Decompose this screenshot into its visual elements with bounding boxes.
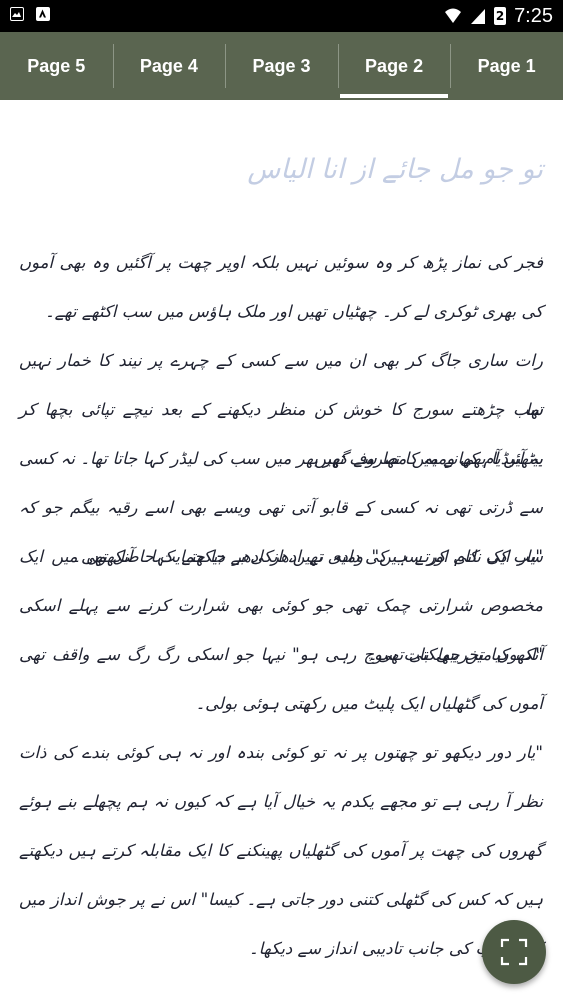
- article-title: تو جو مل جائے از انا الیاس: [247, 154, 543, 185]
- image-icon: [10, 7, 24, 21]
- status-bar: 2 7:25: [0, 0, 563, 32]
- app-notification-icon: [36, 7, 50, 21]
- tab-page-5[interactable]: Page 5: [0, 32, 113, 100]
- article-paragraph: "یار دور دیکھو تو چھتوں پر نہ تو کوئی بن…: [19, 743, 543, 958]
- signal-icon: [471, 9, 486, 24]
- tab-page-3[interactable]: Page 3: [225, 32, 338, 100]
- wifi-icon: [445, 8, 462, 23]
- article-paragraph: "اب کیا تخریبی بات سوچ رہی ہو" نیہا جو ا…: [19, 645, 543, 713]
- tab-page-2[interactable]: Page 2: [337, 32, 451, 100]
- article-paragraph: فجر کی نماز پڑھ کر وہ سوئیں نہیں بلکہ او…: [19, 253, 543, 321]
- status-left-icons: [10, 7, 50, 21]
- fullscreen-button[interactable]: [482, 920, 546, 984]
- tab-page-4[interactable]: Page 4: [112, 32, 226, 100]
- page-tab-bar: Page 5 Page 4 Page 3 Page 2 Page 1: [0, 32, 563, 100]
- tab-page-1[interactable]: Page 1: [450, 32, 563, 100]
- status-time: 7:25: [514, 5, 553, 27]
- battery-icon: 2: [494, 7, 507, 25]
- article-content[interactable]: تو جو مل جائے از انا الیاس فجر کی نماز پ…: [0, 100, 563, 1000]
- status-right-icons: 2 7:25: [444, 4, 553, 28]
- fullscreen-icon: [500, 938, 528, 966]
